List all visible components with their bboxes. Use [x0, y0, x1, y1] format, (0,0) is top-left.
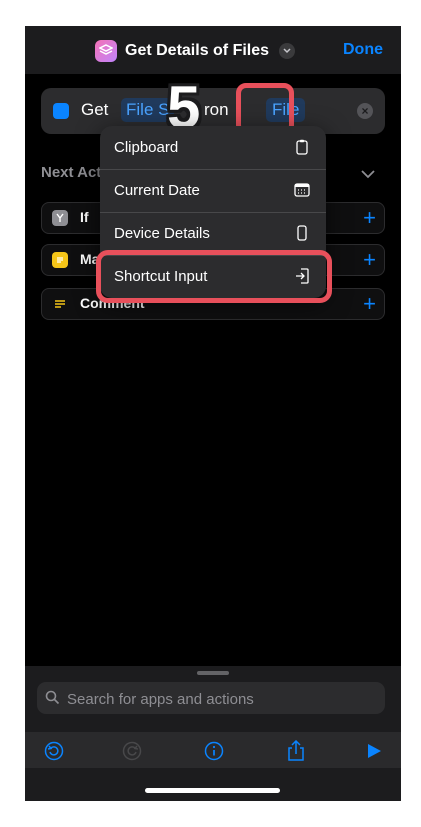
sheet-grabber[interactable] — [197, 671, 229, 675]
search-icon — [45, 690, 60, 710]
shortcut-title-menu[interactable]: Get Details of Files — [95, 39, 296, 63]
redo-icon[interactable] — [121, 740, 143, 762]
branch-icon — [52, 210, 68, 226]
next-actions-header: Next Act — [41, 164, 102, 181]
phone-screen: Get Details of Files Done Get File S ron… — [25, 26, 401, 801]
navigation-bar: Get Details of Files Done — [25, 26, 401, 74]
comment-icon — [52, 296, 68, 312]
undo-icon[interactable] — [43, 740, 65, 762]
search-input[interactable] — [65, 686, 369, 712]
calendar-icon — [294, 180, 310, 200]
share-icon[interactable] — [285, 740, 307, 762]
shortcut-icon — [95, 40, 117, 62]
menu-item-clipboard[interactable]: Clipboard — [100, 126, 326, 169]
files-app-icon — [53, 103, 69, 119]
search-bar[interactable] — [37, 682, 385, 714]
menu-item-label: Clipboard — [114, 139, 179, 156]
next-action-label: If — [80, 209, 89, 225]
editor-toolbar — [25, 732, 401, 768]
play-icon[interactable] — [363, 740, 385, 762]
menu-item-label: Current Date — [114, 182, 200, 199]
info-icon[interactable] — [203, 740, 225, 762]
action-from-label: ron — [204, 100, 229, 119]
menu-item-device-details[interactable]: Device Details — [100, 212, 326, 255]
phone-icon — [294, 223, 310, 243]
add-icon[interactable]: + — [363, 247, 376, 273]
chevron-down-icon — [279, 43, 296, 59]
done-button[interactable]: Done — [343, 41, 383, 59]
clipboard-icon — [294, 137, 310, 157]
action-get-label: Get — [81, 100, 109, 119]
actions-sheet — [25, 666, 401, 801]
notes-icon — [52, 252, 68, 268]
chevron-down-icon[interactable] — [361, 166, 375, 182]
menu-item-label: Device Details — [114, 225, 210, 242]
menu-item-current-date[interactable]: Current Date — [100, 169, 326, 212]
add-icon[interactable]: + — [363, 205, 376, 231]
shortcut-input-highlight — [96, 250, 332, 303]
clear-icon[interactable]: × — [357, 103, 373, 119]
home-indicator — [145, 788, 280, 793]
shortcut-title: Get Details of Files — [125, 42, 270, 59]
add-icon[interactable]: + — [363, 291, 376, 317]
